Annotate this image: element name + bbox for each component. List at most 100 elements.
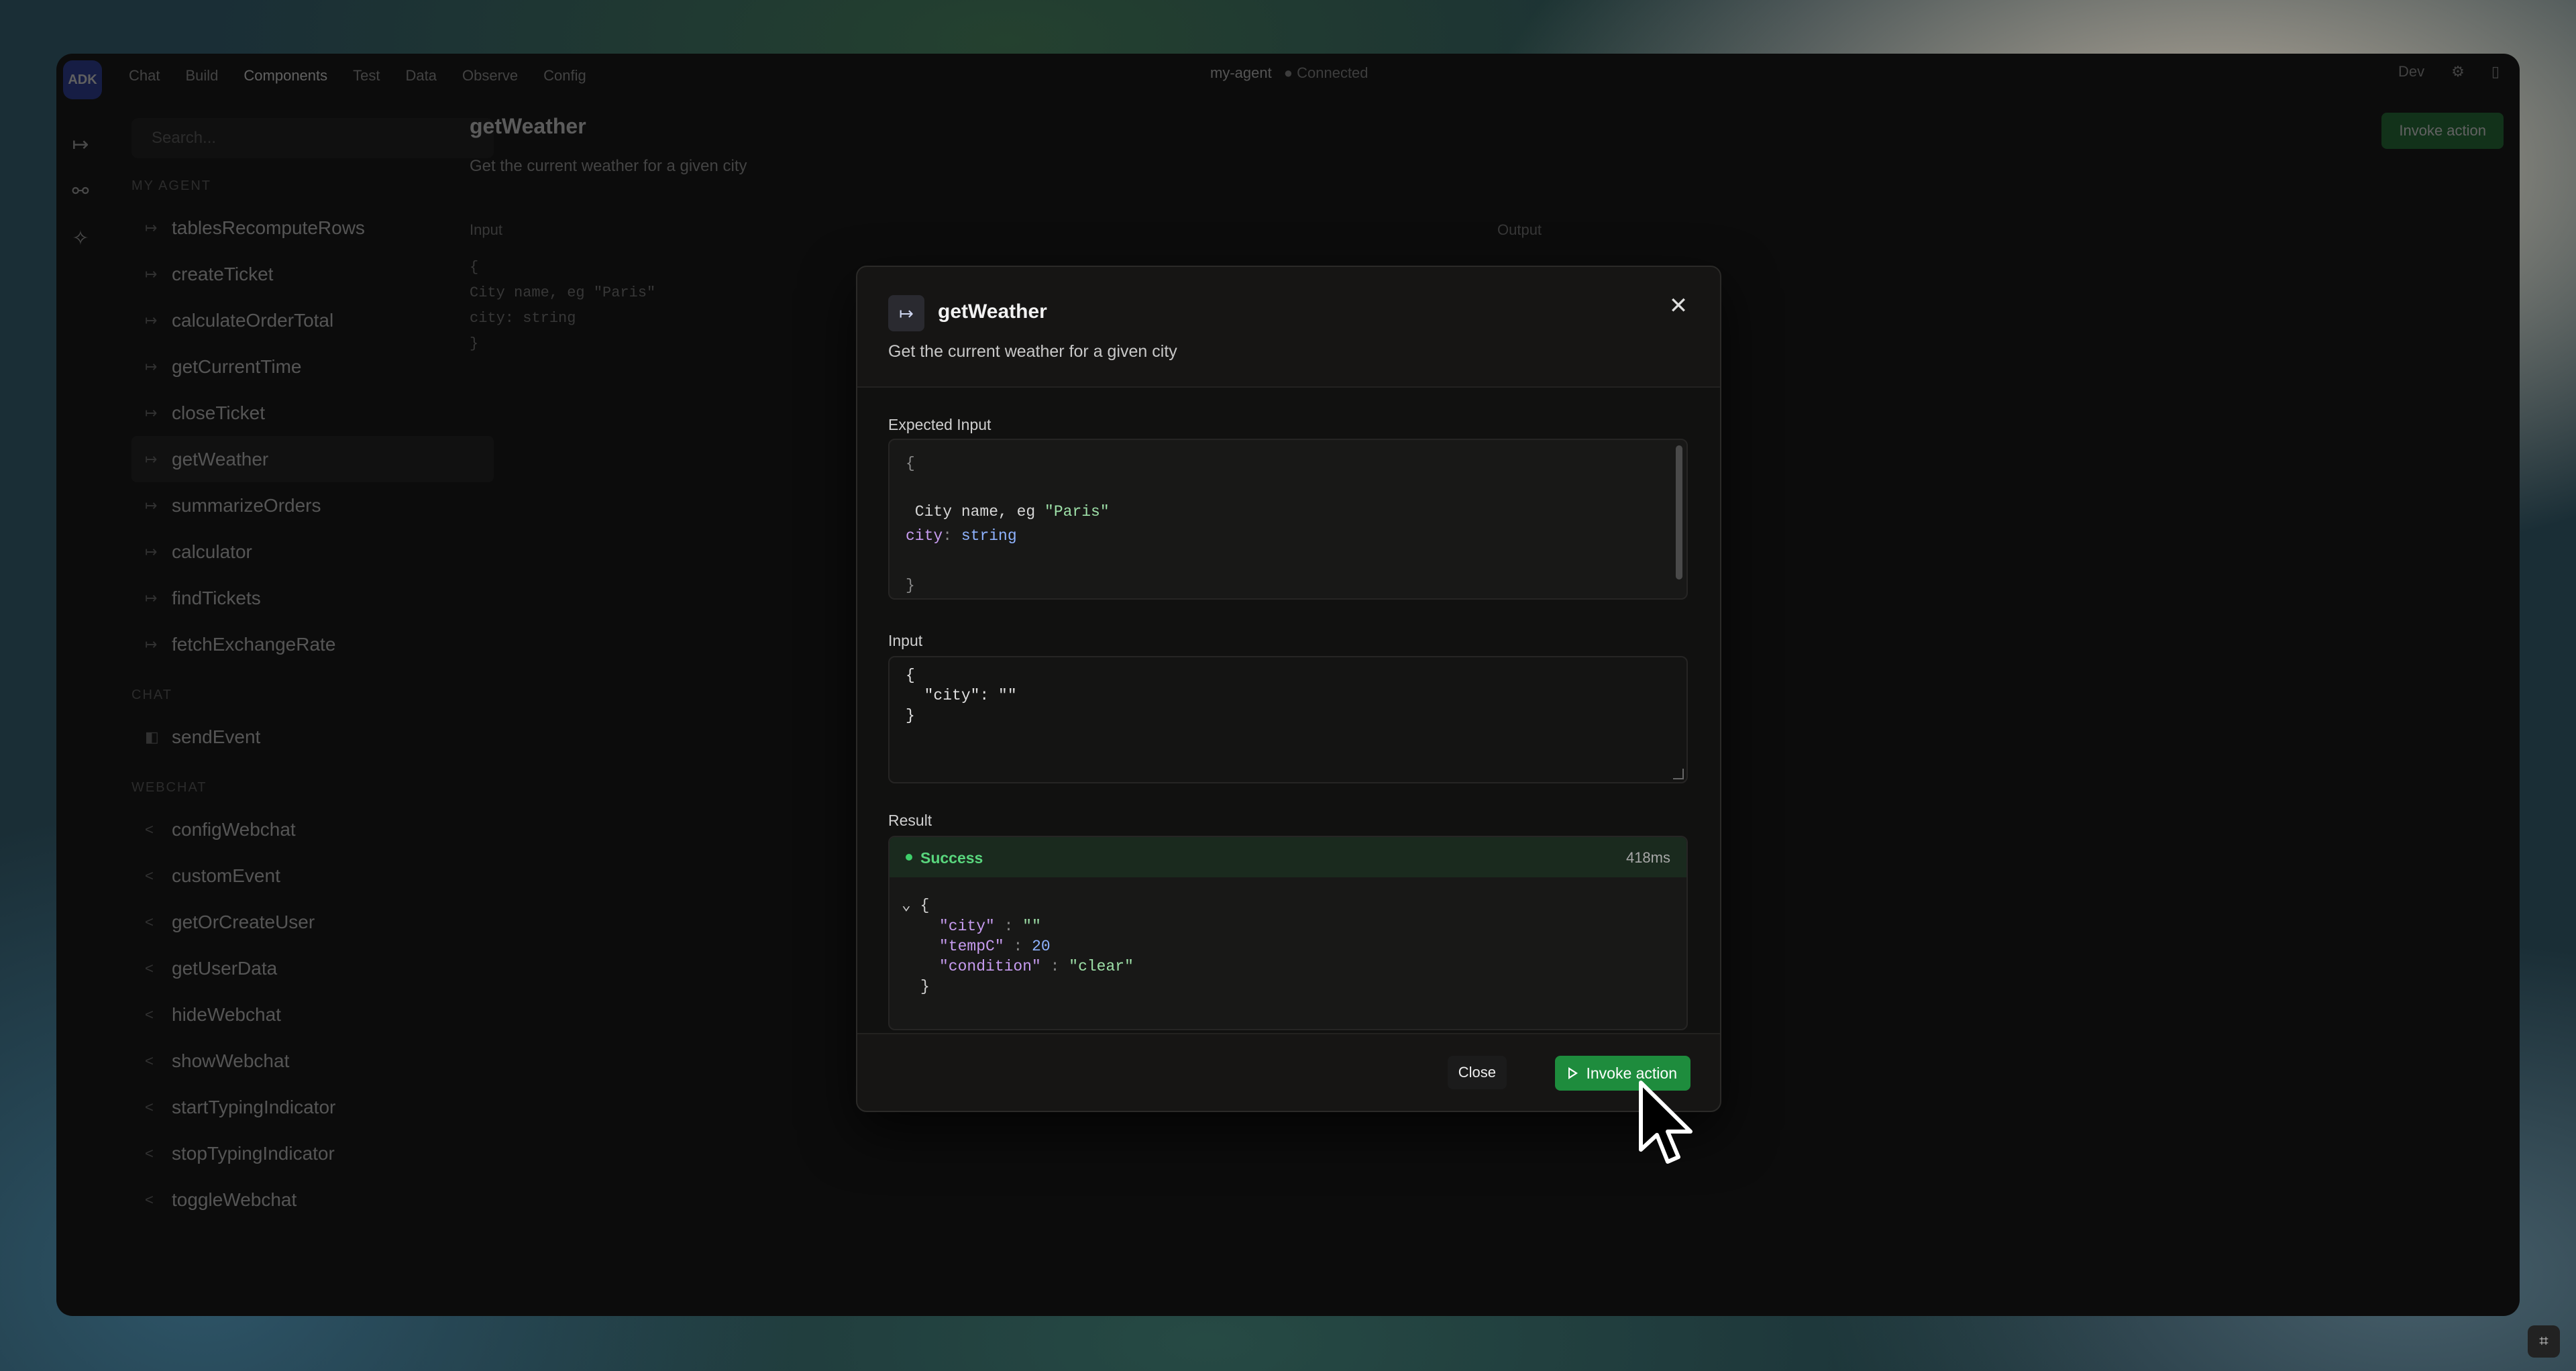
page-title: getWeather <box>470 114 586 138</box>
sidebar-item[interactable]: ↦ calculateOrderTotal <box>131 297 494 343</box>
action-icon: ↦ <box>145 358 158 375</box>
sidebar-item[interactable]: < startTypingIndicator <box>131 1084 494 1130</box>
action-icon: ↦ <box>145 543 158 560</box>
json-value: 20 <box>1032 938 1051 955</box>
screenshot-icon[interactable]: ⌗ <box>2528 1325 2560 1358</box>
code-field: city: string <box>906 527 1017 545</box>
share-icon: < <box>145 867 154 884</box>
expected-input-schema[interactable]: { City name, eg "Paris" city: string } <box>888 439 1688 600</box>
nav-chat[interactable]: Chat <box>129 67 160 85</box>
scrollbar[interactable] <box>1676 445 1682 580</box>
action-icon: ↦ <box>145 635 158 653</box>
share-icon: < <box>145 820 154 838</box>
input-label: Input <box>888 632 923 649</box>
json-open-brace: { <box>920 897 930 914</box>
dialog-description: Get the current weather for a given city <box>888 342 1177 361</box>
share-icon: < <box>145 1005 154 1023</box>
sidebar-item[interactable]: < getUserData <box>131 945 494 991</box>
action-icon: ↦ <box>145 450 158 468</box>
sidebar-item-label: calculator <box>172 541 252 562</box>
sidebar-item-label: closeTicket <box>172 402 266 423</box>
input-line: { <box>906 667 915 684</box>
sidebar-item-label: getOrCreateUser <box>172 911 315 932</box>
top-right-controls: Dev ⚙ ▯ <box>2398 63 2500 80</box>
json-key: "condition" <box>939 958 1041 975</box>
result-duration: 418ms <box>1625 849 1670 866</box>
close-icon[interactable]: ✕ <box>1662 290 1695 322</box>
input-line: "city": "" <box>906 687 1017 704</box>
sidebar-item[interactable]: ◧ sendEvent <box>131 714 494 760</box>
nav-test[interactable]: Test <box>353 67 380 85</box>
trigger-icon[interactable]: ✧ <box>56 215 105 262</box>
sidebar-item[interactable]: ↦ calculator <box>131 529 494 575</box>
sidebar-item-label: getWeather <box>172 448 269 470</box>
nav-observe[interactable]: Observe <box>462 67 518 85</box>
sidebar-item[interactable]: ↦ tablesRecomputeRows <box>131 205 494 251</box>
share-icon: < <box>145 959 154 977</box>
section-title: WEBCHAT <box>131 780 207 795</box>
actions-icon[interactable]: ↦ <box>56 121 105 168</box>
sidebar-item-label: tablesRecomputeRows <box>172 217 365 238</box>
nav-build[interactable]: Build <box>185 67 218 85</box>
resize-handle[interactable] <box>1673 769 1684 779</box>
action-icon: ↦ <box>145 496 158 514</box>
env-badge[interactable]: Dev <box>2398 63 2424 80</box>
input-json-editor[interactable]: { "city": "" } <box>888 656 1688 783</box>
dialog-body: Expected Input { City name, eg "Paris" c… <box>857 386 1720 1034</box>
app-logo: ADK <box>63 60 102 99</box>
invoke-action-button[interactable]: Invoke action <box>2381 113 2504 149</box>
sidebar-item[interactable]: ↦ closeTicket <box>131 390 494 436</box>
sidebar-item[interactable]: ↦ findTickets <box>131 575 494 621</box>
input-label: Input <box>470 221 502 238</box>
nav-config[interactable]: Config <box>543 67 586 85</box>
sidebar-item[interactable]: ↦ fetchExchangeRate <box>131 621 494 667</box>
sidebar-item-label: getUserData <box>172 957 278 979</box>
sidebar-item-label: fetchExchangeRate <box>172 633 336 655</box>
sidebar-item-label: getCurrentTime <box>172 355 302 377</box>
json-row: "city" : "" <box>939 918 1041 935</box>
components-sidebar: Search... MY AGENT ↦ tablesRecomputeRows … <box>131 118 494 1223</box>
share-icon: < <box>145 1191 154 1208</box>
share-icon: < <box>145 913 154 930</box>
sidebar-item[interactable]: ↦ createTicket <box>131 251 494 297</box>
json-value: "" <box>1022 918 1041 935</box>
nav-components[interactable]: Components <box>244 67 327 85</box>
sidebar-item[interactable]: < getOrCreateUser <box>131 899 494 945</box>
chevron-down-icon[interactable]: ⌄ <box>902 897 911 914</box>
panel-toggle-icon[interactable]: ▯ <box>2491 63 2500 80</box>
sidebar-item[interactable]: ↦ getCurrentTime <box>131 343 494 390</box>
sidebar-item[interactable]: < configWebchat <box>131 806 494 853</box>
sidebar-item-label: configWebchat <box>172 818 296 840</box>
action-icon: ↦ <box>145 404 158 421</box>
top-bar: ADK Chat Build Components Test Data Obse… <box>56 54 2520 99</box>
mouse-cursor-icon <box>1639 1081 1693 1164</box>
search-input[interactable]: Search... <box>131 118 494 158</box>
sidebar-item-label: hideWebchat <box>172 1003 281 1025</box>
sidebar-item-label: stopTypingIndicator <box>172 1142 335 1164</box>
workflow-icon[interactable]: ⚯ <box>56 168 105 215</box>
nav-data[interactable]: Data <box>406 67 437 85</box>
sidebar-item[interactable]: < customEvent <box>131 853 494 899</box>
json-colon: : <box>1004 918 1014 935</box>
code-comment: City name, eg "Paris" <box>906 503 1110 520</box>
result-panel: Success 418ms ⌄ { "city" : "" "tempC" : … <box>888 836 1688 1030</box>
sidebar-item-label: findTickets <box>172 587 261 608</box>
sidebar-item[interactable]: < toggleWebchat <box>131 1176 494 1223</box>
dialog-title: getWeather <box>938 300 1047 323</box>
code-close-brace: } <box>906 577 915 594</box>
sidebar-item[interactable]: < stopTypingIndicator <box>131 1130 494 1176</box>
dialog-header: ↦ getWeather Get the current weather for… <box>857 267 1720 386</box>
agent-title: my-agent ● Connected <box>1210 64 1368 82</box>
json-key: "city" <box>939 918 995 935</box>
json-root: ⌄ { <box>902 896 929 914</box>
section-title: MY AGENT <box>131 178 211 193</box>
action-icon: ↦ <box>888 295 924 331</box>
sidebar-item[interactable]: < showWebchat <box>131 1038 494 1084</box>
sidebar-item[interactable]: ↦ summarizeOrders <box>131 482 494 529</box>
sidebar-item-label: calculateOrderTotal <box>172 309 334 331</box>
close-button[interactable]: Close <box>1447 1056 1507 1089</box>
expected-input-label: Expected Input <box>888 416 991 433</box>
settings-icon[interactable]: ⚙ <box>2451 63 2465 80</box>
sidebar-item[interactable]: < hideWebchat <box>131 991 494 1038</box>
sidebar-item-selected[interactable]: ↦ getWeather <box>131 436 494 482</box>
